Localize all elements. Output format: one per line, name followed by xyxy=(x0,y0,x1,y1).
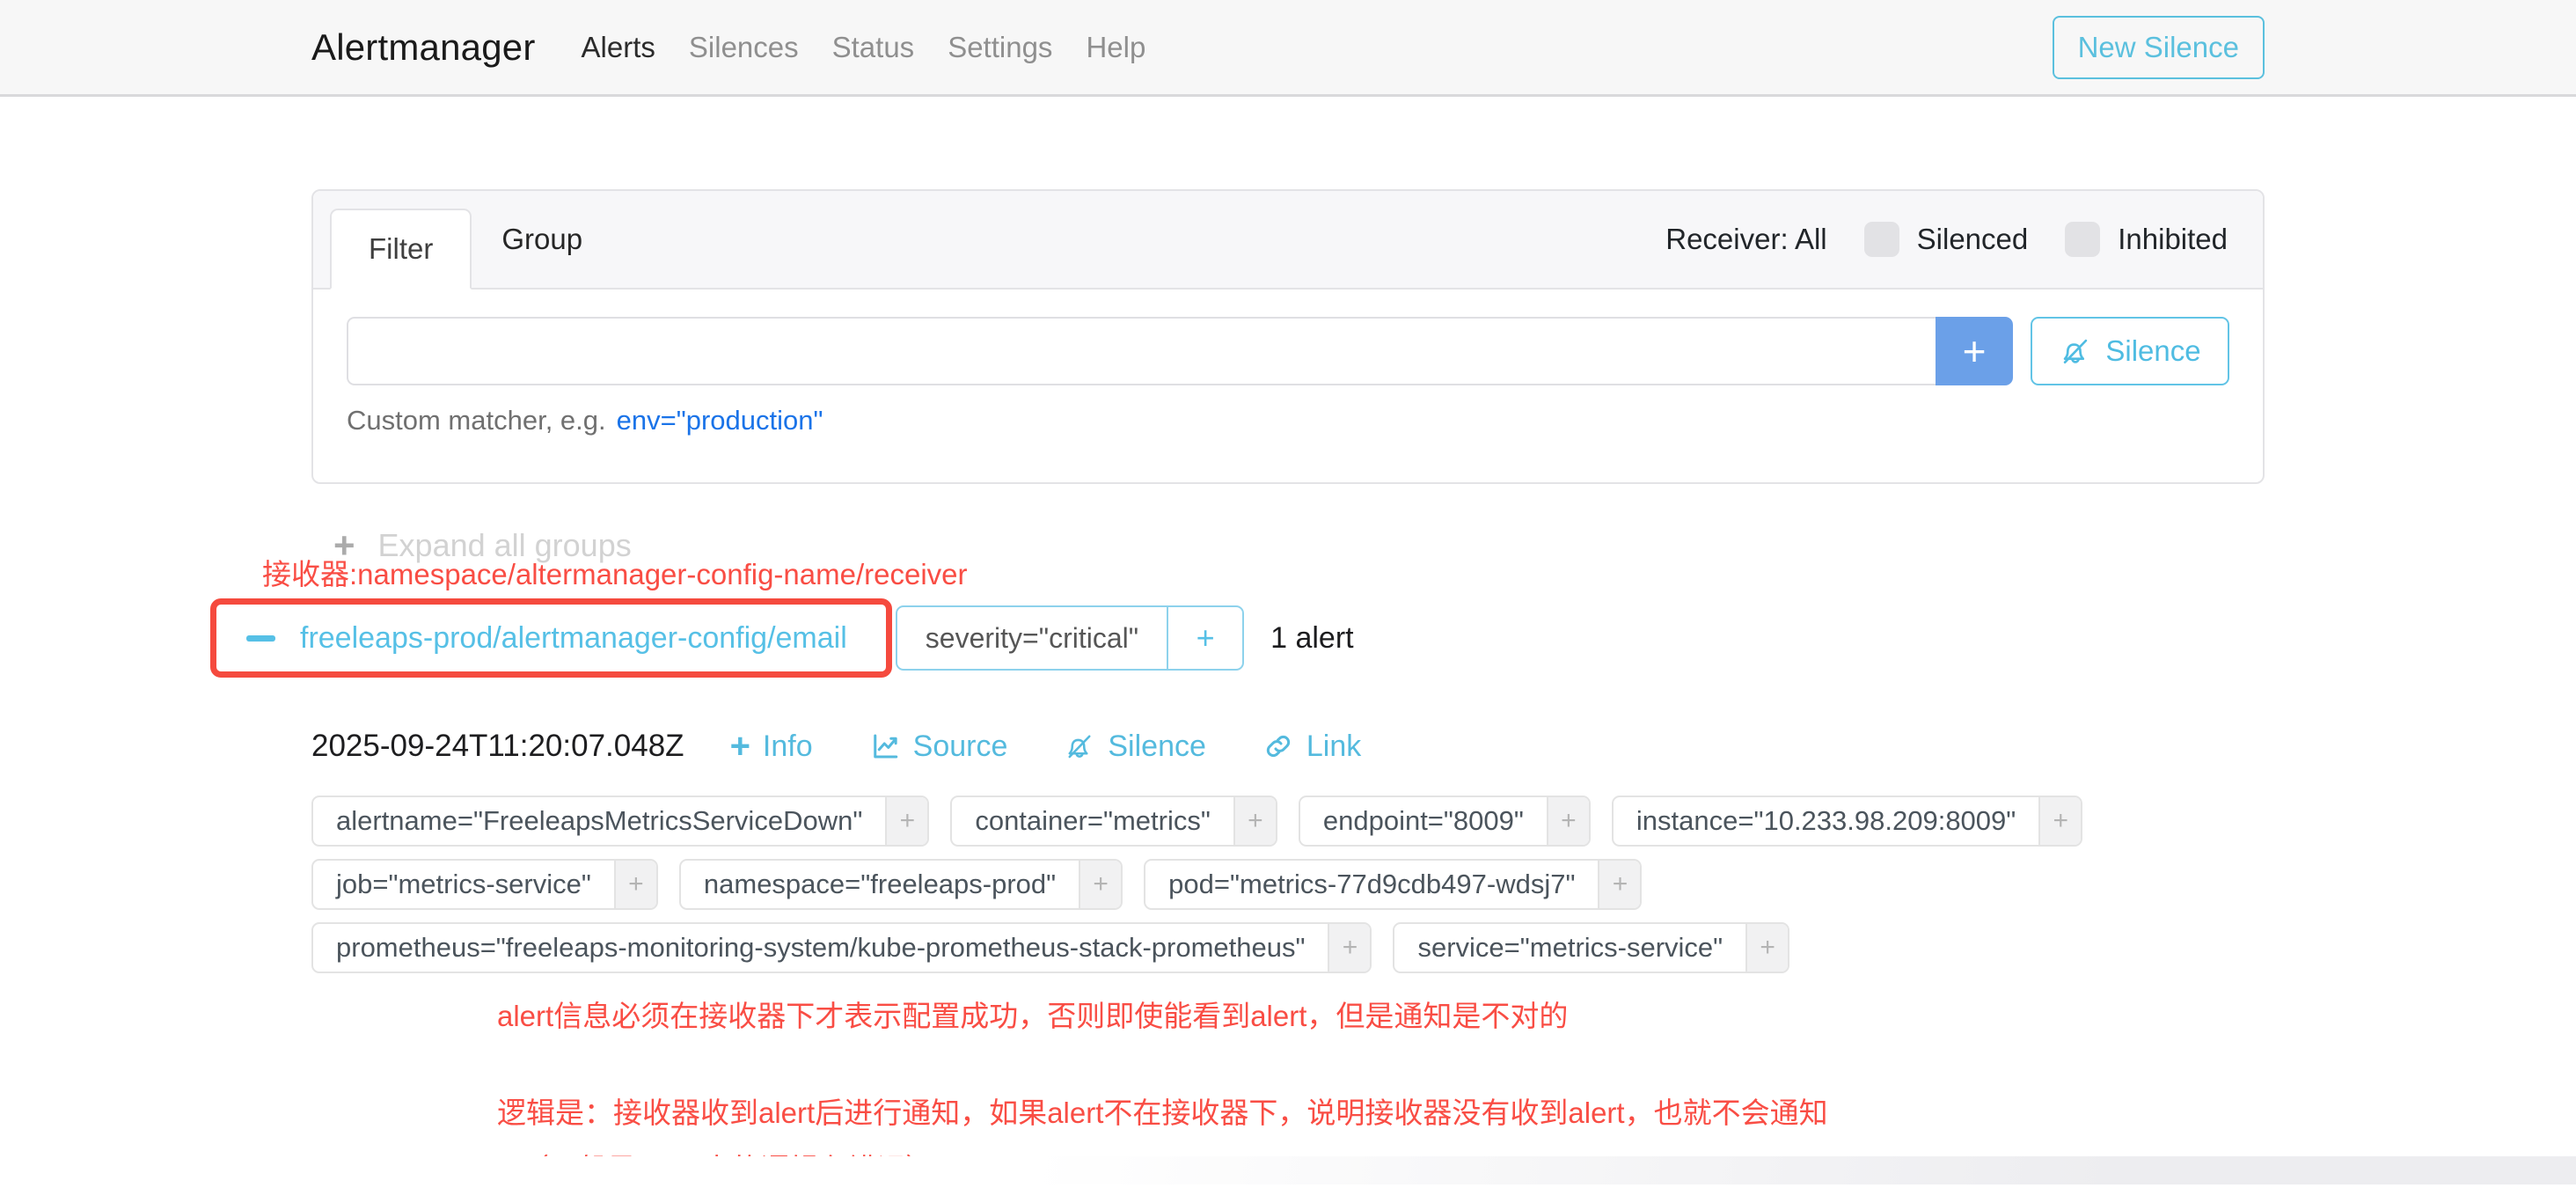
label-chip-prometheus[interactable]: prometheus="freeleaps-monitoring-system/… xyxy=(311,922,1372,973)
silenced-checkbox-label: Silenced xyxy=(1917,223,2029,256)
label-chip-instance[interactable]: instance="10.233.98.209:8009" + xyxy=(1612,796,2082,847)
label-chip-namespace[interactable]: namespace="freeleaps-prod" + xyxy=(679,859,1123,910)
alert-actions: + Info Source xyxy=(730,729,1362,764)
label-chip-service[interactable]: service="metrics-service" + xyxy=(1393,922,1789,973)
filter-card-header: Filter Group Receiver: All Silenced Inhi… xyxy=(313,191,2263,290)
add-label-filter-button[interactable]: + xyxy=(614,861,656,908)
new-silence-button[interactable]: New Silence xyxy=(2053,16,2265,79)
app-brand[interactable]: Alertmanager xyxy=(311,26,536,69)
group-matcher-add-button[interactable]: + xyxy=(1167,607,1242,669)
matcher-helper-text: Custom matcher, e.g. env="production" xyxy=(347,405,2229,482)
add-label-filter-button[interactable]: + xyxy=(1745,924,1788,972)
receiver-filter[interactable]: Receiver: All xyxy=(1665,223,1826,256)
group-matcher-chip: severity="critical" + xyxy=(896,605,1244,671)
nav-alerts[interactable]: Alerts xyxy=(582,31,655,64)
tab-group[interactable]: Group xyxy=(472,223,612,256)
nav-help[interactable]: Help xyxy=(1086,31,1145,64)
top-navbar: Alertmanager Alerts Silences Status Sett… xyxy=(0,0,2576,97)
alert-labels: alertname="FreeleapsMetricsServiceDown" … xyxy=(311,796,2265,973)
bottom-strip xyxy=(0,1156,2576,1184)
silence-from-filter-button[interactable]: Silence xyxy=(2031,317,2229,385)
alert-detail: 2025-09-24T11:20:07.048Z + Info Source xyxy=(311,729,2265,1188)
main-nav: Alerts Silences Status Settings Help xyxy=(582,31,1146,64)
link-action-label: Link xyxy=(1306,730,1361,764)
label-chip-container[interactable]: container="metrics" + xyxy=(950,796,1277,847)
info-action-label: Info xyxy=(763,730,813,764)
add-matcher-button[interactable]: + xyxy=(1936,317,2013,385)
alert-count: 1 alert xyxy=(1270,621,1354,656)
link-action[interactable]: Link xyxy=(1262,730,1361,764)
add-label-filter-button[interactable]: + xyxy=(1547,797,1589,845)
filter-card: Filter Group Receiver: All Silenced Inhi… xyxy=(311,189,2265,484)
link-icon xyxy=(1262,730,1294,762)
silence-action[interactable]: Silence xyxy=(1064,730,1206,764)
label-chip-alertname[interactable]: alertname="FreeleapsMetricsServiceDown" … xyxy=(311,796,929,847)
nav-status[interactable]: Status xyxy=(832,31,915,64)
label-chip-endpoint[interactable]: endpoint="8009" + xyxy=(1299,796,1591,847)
matcher-example-link[interactable]: env="production" xyxy=(617,405,823,436)
label-chip-pod[interactable]: pod="metrics-77d9cdb497-wdsj7" + xyxy=(1144,859,1642,910)
checkbox-box-icon[interactable] xyxy=(1864,222,1899,257)
info-action[interactable]: + Info xyxy=(730,729,813,764)
add-label-filter-button[interactable]: + xyxy=(2038,797,2081,845)
label-chip-job[interactable]: job="metrics-service" + xyxy=(311,859,658,910)
group-receiver-link[interactable]: freeleaps-prod/alertmanager-config/email xyxy=(300,621,847,656)
alert-groups-section: + Expand all groups 接收器:namespace/alterm… xyxy=(311,484,2265,1188)
collapse-minus-icon xyxy=(246,635,275,642)
helper-prefix: Custom matcher, e.g. xyxy=(347,405,606,436)
silenced-checkbox[interactable]: Silenced xyxy=(1864,222,2029,257)
add-label-filter-button[interactable]: + xyxy=(1328,924,1370,972)
inhibited-checkbox[interactable]: Inhibited xyxy=(2065,222,2228,257)
checkbox-box-icon[interactable] xyxy=(2065,222,2100,257)
source-action-label: Source xyxy=(913,730,1008,764)
annotation-receiver-note: 接收器:namespace/altermanager-config-name/r… xyxy=(262,551,968,593)
annotation-note-2: 逻辑是：接收器收到alert后进行通知，如果alert不在接收器下，说明接收器没… xyxy=(497,1089,2265,1132)
tab-filter[interactable]: Filter xyxy=(330,209,472,290)
nav-silences[interactable]: Silences xyxy=(689,31,799,64)
filter-card-body: + Silence Custom matcher, e.g. env="produ… xyxy=(313,290,2263,482)
red-highlight-box: freeleaps-prod/alertmanager-config/email xyxy=(210,598,892,678)
add-label-filter-button[interactable]: + xyxy=(1233,797,1276,845)
silence-action-label: Silence xyxy=(1108,730,1206,764)
source-action[interactable]: Source xyxy=(869,730,1008,764)
silence-button-label: Silence xyxy=(2105,334,2200,368)
inhibited-checkbox-label: Inhibited xyxy=(2118,223,2228,256)
plus-icon: + xyxy=(730,729,750,764)
group-matcher-label[interactable]: severity="critical" xyxy=(897,607,1167,669)
matcher-input[interactable] xyxy=(347,317,1936,385)
add-label-filter-button[interactable]: + xyxy=(1079,861,1121,908)
alert-group-row: freeleaps-prod/alertmanager-config/email… xyxy=(210,598,2265,678)
add-label-filter-button[interactable]: + xyxy=(885,797,927,845)
bell-slash-icon xyxy=(1064,730,1095,762)
add-label-filter-button[interactable]: + xyxy=(1598,861,1640,908)
bell-slash-icon xyxy=(2059,334,2092,368)
alert-timestamp: 2025-09-24T11:20:07.048Z xyxy=(311,729,684,764)
nav-settings[interactable]: Settings xyxy=(948,31,1052,64)
chart-icon xyxy=(869,730,901,762)
annotation-note-1: alert信息必须在接收器下才表示配置成功，否则即使能看到alert，但是通知是… xyxy=(497,993,2265,1035)
